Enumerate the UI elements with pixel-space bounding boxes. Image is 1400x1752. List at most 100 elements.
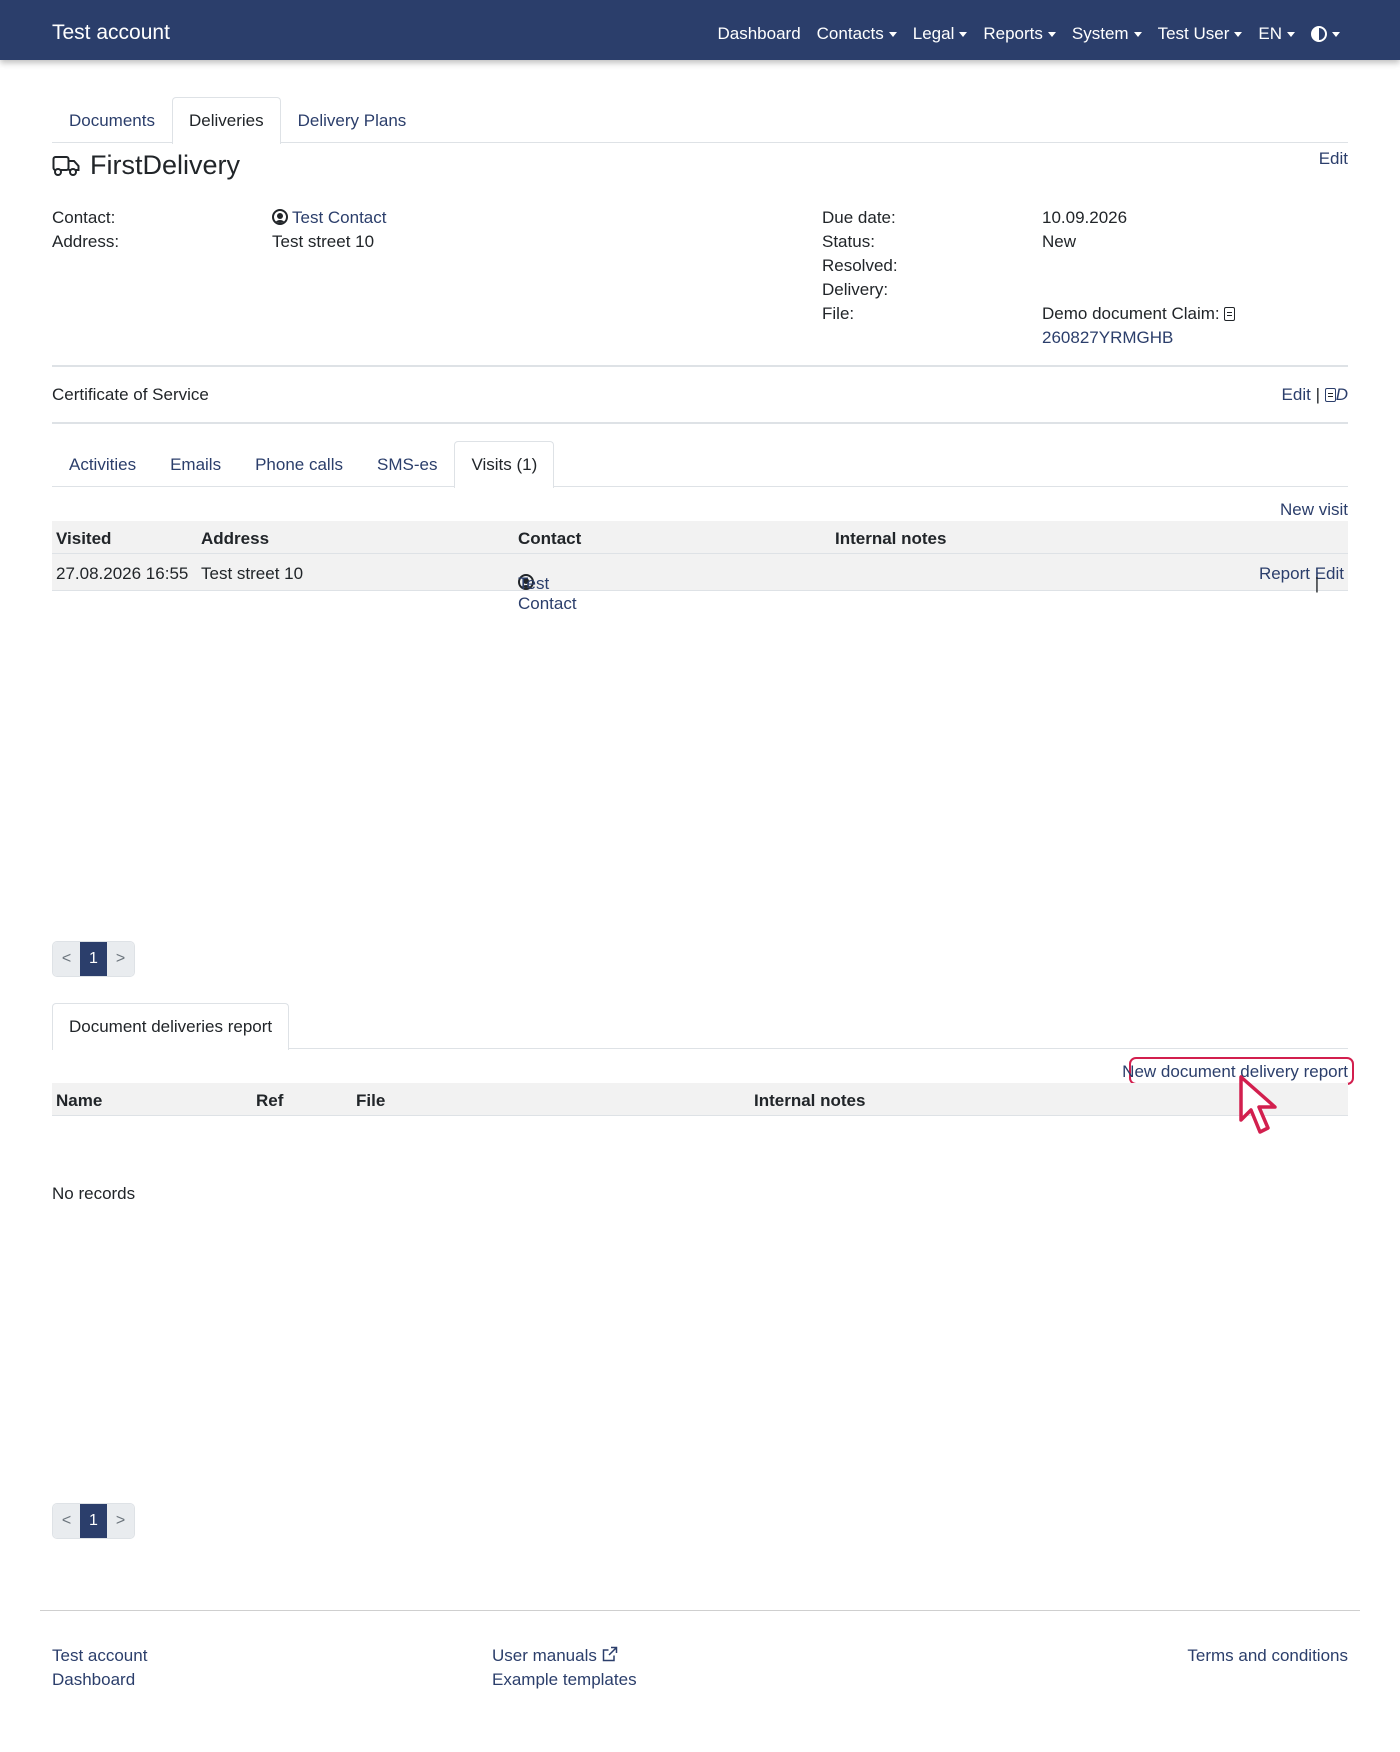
column-header: Visited xyxy=(56,529,112,548)
tab-documents[interactable]: Documents xyxy=(52,97,172,143)
status-label: Status: xyxy=(822,232,875,251)
edit-delivery-link[interactable]: Edit xyxy=(1319,149,1348,169)
row-actions: Report | Edit xyxy=(1259,564,1344,593)
edit-certificate-link[interactable]: Edit xyxy=(1282,385,1311,404)
truck-icon xyxy=(52,155,80,176)
certificate-label: Certificate of Service xyxy=(52,385,209,404)
table-row: 27.08.2026 16:55 Test street 10 Test Con… xyxy=(52,554,1348,613)
chevron-down-icon xyxy=(959,31,968,37)
top-tabs: Documents Deliveries Delivery Plans xyxy=(52,97,1348,144)
nav-dashboard[interactable]: Dashboard xyxy=(717,24,800,44)
separator: | xyxy=(1314,574,1320,593)
file-download-icon xyxy=(1324,388,1336,402)
contact-name: Test Contact xyxy=(292,208,387,227)
nav-system[interactable]: System xyxy=(1072,24,1142,44)
file-value: Demo document Claim: xyxy=(1042,304,1235,324)
nav-legal-label: Legal xyxy=(912,24,955,43)
tab-document-deliveries-report[interactable]: Document deliveries report xyxy=(52,1003,290,1050)
nav-items: Dashboard Contacts Legal Reports System … xyxy=(717,24,1340,44)
tab-visits[interactable]: Visits (1) xyxy=(454,441,555,488)
nav-contacts-label: Contacts xyxy=(816,24,884,43)
contrast-icon xyxy=(1311,26,1327,42)
separator: | xyxy=(1315,385,1320,404)
reports-pagination: < 1 > xyxy=(52,1503,135,1539)
table-header: Name Ref File Internal notes xyxy=(52,1083,1348,1116)
table-header: Visited Address Contact Internal notes xyxy=(52,521,1348,554)
page-1-button[interactable]: 1 xyxy=(80,1504,107,1538)
chevron-down-icon xyxy=(1287,31,1295,37)
reports-table: Name Ref File Internal notes xyxy=(52,1083,1348,1116)
chevron-down-icon xyxy=(1047,31,1056,37)
due-date-value: 10.09.2026 xyxy=(1042,208,1128,227)
tab-activities[interactable]: Activities xyxy=(52,441,153,487)
visits-table: Visited Address Contact Internal notes 2… xyxy=(52,521,1348,613)
new-document-delivery-report-link[interactable]: New document delivery report xyxy=(1122,1062,1348,1082)
nav-theme-toggle[interactable] xyxy=(1311,24,1340,44)
prev-page-button[interactable]: < xyxy=(53,942,80,976)
address-cell: Test street 10 xyxy=(201,564,304,583)
tab-sms[interactable]: SMS-es xyxy=(360,441,454,487)
navbar: Test account Dashboard Contacts Legal Re… xyxy=(0,0,1400,60)
next-page-button[interactable]: > xyxy=(107,942,134,976)
tab-delivery-plans[interactable]: Delivery Plans xyxy=(281,97,424,143)
file-label: File: xyxy=(822,304,855,323)
visited-cell: 27.08.2026 16:55 xyxy=(56,564,189,583)
user-circle-icon xyxy=(272,209,288,225)
prev-page-button[interactable]: < xyxy=(53,1504,80,1538)
nav-reports[interactable]: Reports xyxy=(983,24,1056,44)
empty-state: No records xyxy=(52,1184,136,1203)
tab-phone-calls[interactable]: Phone calls xyxy=(238,441,360,487)
nav-language-label: EN xyxy=(1258,24,1282,43)
next-page-button[interactable]: > xyxy=(107,1504,134,1538)
contact-cell-name: Test Contact xyxy=(518,574,577,613)
due-date-label: Due date: xyxy=(822,208,896,227)
nav-dashboard-label: Dashboard xyxy=(717,24,801,43)
nav-legal[interactable]: Legal xyxy=(913,24,968,44)
column-header: Address xyxy=(201,529,270,548)
document-icon xyxy=(1223,307,1235,321)
nav-system-label: System xyxy=(1071,24,1129,43)
address-label: Address: xyxy=(52,232,120,251)
download-certificate-link[interactable]: D xyxy=(1324,385,1348,404)
tab-emails[interactable]: Emails xyxy=(153,441,238,487)
reports-tabs: Document deliveries report xyxy=(52,1003,1348,1050)
nav-user-label: Test User xyxy=(1157,24,1230,43)
column-header: Ref xyxy=(256,1091,284,1110)
page-1-button[interactable]: 1 xyxy=(80,942,107,976)
divider xyxy=(52,365,1348,367)
nav-language[interactable]: EN xyxy=(1258,24,1295,44)
contact-link[interactable]: Test Contact xyxy=(272,208,387,228)
nav-reports-label: Reports xyxy=(983,24,1043,43)
column-header: Internal notes xyxy=(835,529,947,548)
column-header: File xyxy=(356,1091,386,1110)
column-header: Contact xyxy=(518,529,582,548)
cursor-icon xyxy=(1239,1075,1277,1134)
contact-label: Contact: xyxy=(52,208,116,227)
status-value: New xyxy=(1042,232,1077,251)
column-header: Internal notes xyxy=(754,1091,866,1110)
certificate-actions: Edit | D xyxy=(1282,385,1348,405)
tab-deliveries[interactable]: Deliveries xyxy=(171,97,281,144)
report-link[interactable]: Report xyxy=(1259,564,1310,583)
brand[interactable]: Test account xyxy=(52,21,170,45)
external-link-icon xyxy=(602,1646,617,1662)
new-visit-link[interactable]: New visit xyxy=(1280,500,1348,520)
column-header: Name xyxy=(56,1091,103,1110)
footer-dashboard-link[interactable]: Dashboard xyxy=(52,1670,135,1690)
footer-test-account-link[interactable]: Test account xyxy=(52,1646,147,1666)
delivery-label: Delivery: xyxy=(822,280,889,299)
chevron-down-icon xyxy=(1234,31,1243,37)
chevron-down-icon xyxy=(1133,31,1142,37)
nav-contacts[interactable]: Contacts xyxy=(817,24,897,44)
delivery-title: FirstDelivery xyxy=(90,150,241,180)
user-manuals-label: User manuals xyxy=(492,1646,597,1665)
footer-terms-link[interactable]: Terms and conditions xyxy=(1187,1646,1348,1666)
chevron-down-icon xyxy=(888,31,897,37)
file-ref-link[interactable]: 260827YRMGHB xyxy=(1042,328,1173,348)
footer-example-templates-link[interactable]: Example templates xyxy=(492,1670,637,1690)
download-suffix: D xyxy=(1335,385,1348,404)
nav-user[interactable]: Test User xyxy=(1158,24,1243,44)
resolved-label: Resolved: xyxy=(822,256,898,275)
visits-pagination: < 1 > xyxy=(52,941,135,977)
footer-user-manuals-link[interactable]: User manuals xyxy=(492,1646,618,1666)
